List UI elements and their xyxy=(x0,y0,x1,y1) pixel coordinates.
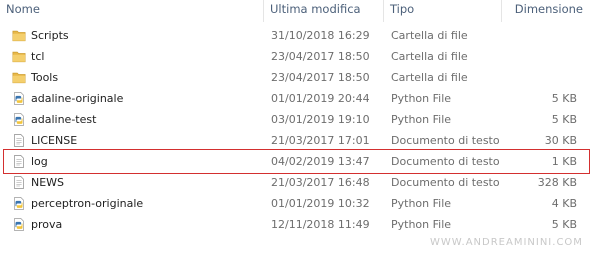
file-modified-date: 31/10/2018 16:29 xyxy=(271,29,370,42)
file-name: Scripts xyxy=(31,29,69,42)
file-modified-date: 03/01/2019 19:10 xyxy=(271,113,370,126)
file-name: log xyxy=(31,155,48,168)
file-type: Documento di testo xyxy=(391,155,500,168)
file-size: 5 KB xyxy=(551,92,577,105)
file-modified-date: 21/03/2017 17:01 xyxy=(271,134,370,147)
file-size: 5 KB xyxy=(551,113,577,126)
file-size: 5 KB xyxy=(551,218,577,231)
file-type: Python File xyxy=(391,113,452,126)
file-modified-date: 23/04/2017 18:50 xyxy=(271,50,370,63)
file-modified-date: 23/04/2017 18:50 xyxy=(271,71,370,84)
file-row[interactable]: tcl 23/04/2017 18:50 Cartella di file xyxy=(0,46,597,67)
column-header-bar: Nome ^ Ultima modifica Tipo Dimensione xyxy=(0,0,597,22)
file-modified-date: 01/01/2019 20:44 xyxy=(271,92,370,105)
folder-icon xyxy=(12,49,26,64)
column-header-size-label: Dimensione xyxy=(514,2,583,16)
file-size: 30 KB xyxy=(544,134,577,147)
file-explorer-view: Nome ^ Ultima modifica Tipo Dimensione S… xyxy=(0,0,597,257)
file-type: Documento di testo xyxy=(391,176,500,189)
column-header-name-label: Nome xyxy=(6,2,40,16)
column-header-date-label: Ultima modifica xyxy=(270,2,361,16)
python-file-icon xyxy=(12,91,26,106)
file-modified-date: 12/11/2018 11:49 xyxy=(271,218,370,231)
file-name: tcl xyxy=(31,50,45,63)
text-file-icon xyxy=(12,154,26,169)
file-row[interactable]: perceptron-originale 01/01/2019 10:32 Pyth… xyxy=(0,193,597,214)
file-name: adaline-test xyxy=(31,113,97,126)
file-modified-date: 21/03/2017 16:48 xyxy=(271,176,370,189)
file-modified-date: 01/01/2019 10:32 xyxy=(271,197,370,210)
file-row[interactable]: Tools 23/04/2017 18:50 Cartella di file xyxy=(0,67,597,88)
python-file-icon xyxy=(12,217,26,232)
folder-icon xyxy=(12,28,26,43)
file-type: Python File xyxy=(391,92,452,105)
file-type: Cartella di file xyxy=(391,71,468,84)
file-row[interactable]: adaline-test 03/01/2019 19:10 Python File 5… xyxy=(0,109,597,130)
text-file-icon xyxy=(12,133,26,148)
file-size: 328 KB xyxy=(537,176,577,189)
file-modified-date: 04/02/2019 13:47 xyxy=(271,155,370,168)
file-name: NEWS xyxy=(31,176,65,189)
python-file-icon xyxy=(12,112,26,127)
file-size: 4 KB xyxy=(551,197,577,210)
column-header-name[interactable]: Nome ^ xyxy=(0,0,264,22)
file-type: Cartella di file xyxy=(391,29,468,42)
file-name: Tools xyxy=(31,71,59,84)
column-header-type-label: Tipo xyxy=(390,2,415,16)
file-size: 1 KB xyxy=(551,155,577,168)
sort-caret-icon: ^ xyxy=(118,0,126,5)
column-header-type[interactable]: Tipo xyxy=(384,0,502,22)
folder-icon xyxy=(12,70,26,85)
file-name: prova xyxy=(31,218,63,231)
file-row[interactable]: prova 12/11/2018 11:49 Python File 5 KB xyxy=(0,214,597,235)
file-row[interactable]: NEWS 21/03/2017 16:48 Documento di testo 32… xyxy=(0,172,597,193)
file-row[interactable]: Scripts 31/10/2018 16:29 Cartella di file xyxy=(0,25,597,46)
file-type: Python File xyxy=(391,197,452,210)
file-type: Cartella di file xyxy=(391,50,468,63)
text-file-icon xyxy=(12,175,26,190)
file-type: Python File xyxy=(391,218,452,231)
file-name: adaline-originale xyxy=(31,92,124,105)
python-file-icon xyxy=(12,196,26,211)
file-name: perceptron-originale xyxy=(31,197,144,210)
file-row[interactable]: adaline-originale 01/01/2019 20:44 Python … xyxy=(0,88,597,109)
column-header-date[interactable]: Ultima modifica xyxy=(264,0,384,22)
watermark-text: WWW.ANDREAMININI.COM xyxy=(430,237,583,248)
file-type: Documento di testo xyxy=(391,134,500,147)
file-name: LICENSE xyxy=(31,134,78,147)
column-header-size[interactable]: Dimensione xyxy=(502,0,597,22)
file-row[interactable]: log 04/02/2019 13:47 Documento di testo 1 K… xyxy=(0,151,597,172)
file-row[interactable]: LICENSE 21/03/2017 17:01 Documento di test… xyxy=(0,130,597,151)
